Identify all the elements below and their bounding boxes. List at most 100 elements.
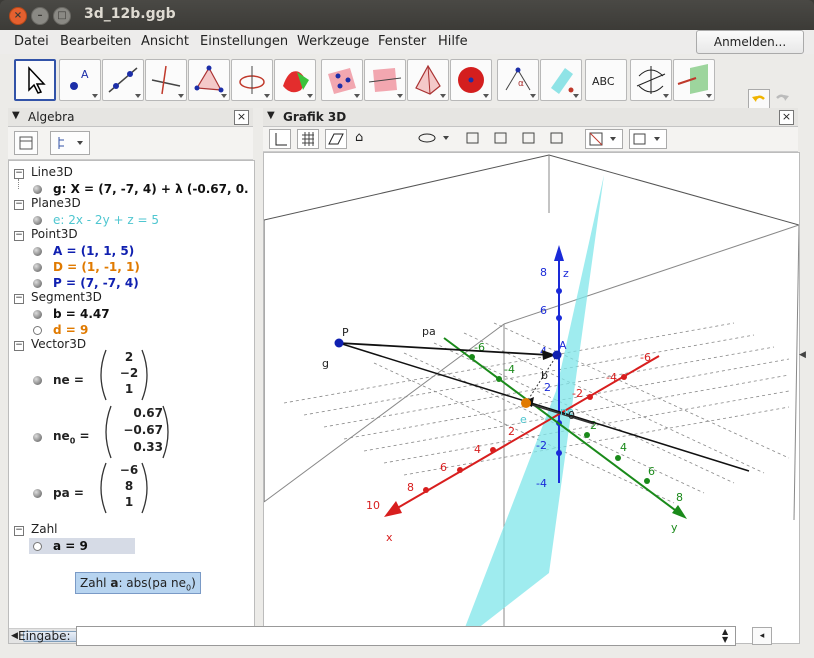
label-e: e bbox=[520, 413, 527, 426]
algebra-item-a[interactable]: a = 9 bbox=[53, 539, 88, 553]
visibility-toggle-pa[interactable] bbox=[33, 489, 42, 498]
vector-ne0-label[interactable]: ne0 = bbox=[53, 429, 90, 445]
graphics3d-style-bar: ⌂ bbox=[263, 127, 798, 152]
redo-button[interactable] bbox=[772, 89, 792, 109]
graphics3d-view[interactable]: 8 6 4 2 -2 -4 z -6 -4 -2 2 4 6 8 10 x bbox=[263, 152, 800, 644]
visibility-toggle-b[interactable] bbox=[33, 310, 42, 319]
login-button[interactable]: Anmelden... bbox=[696, 30, 804, 54]
point-D bbox=[521, 398, 531, 408]
collapse-point3d[interactable]: − bbox=[14, 231, 24, 241]
tool-line[interactable] bbox=[102, 59, 144, 101]
algebra-item-P[interactable]: P = (7, -7, 4) bbox=[53, 276, 139, 290]
algebra-item-b[interactable]: b = 4.47 bbox=[53, 307, 110, 321]
menu-einstellungen[interactable]: Einstellungen bbox=[200, 34, 288, 49]
visibility-toggle-ne0[interactable] bbox=[33, 433, 42, 442]
graphics3d-close-button[interactable]: × bbox=[779, 110, 794, 125]
tree-sort-icon bbox=[58, 137, 83, 149]
visibility-toggle-d[interactable] bbox=[33, 326, 42, 335]
point-P bbox=[334, 338, 344, 348]
vector-ne0-values: 0.67 −0.67 0.33 bbox=[123, 406, 163, 454]
input-history-arrows-icon[interactable]: ▲ ▼ bbox=[722, 628, 728, 644]
projection-dropdown[interactable] bbox=[629, 129, 667, 149]
expand-panel-icon[interactable]: ◀ bbox=[799, 350, 806, 360]
algebra-item-g[interactable]: g: X = (7, -7, 4) + λ (-0.67, 0.67, 0.33… bbox=[53, 182, 249, 196]
clipping-dropdown[interactable] bbox=[585, 129, 623, 149]
algebra-item-A[interactable]: A = (1, 1, 5) bbox=[53, 244, 134, 258]
menu-ansicht[interactable]: Ansicht bbox=[141, 34, 189, 49]
show-plane-button[interactable] bbox=[325, 129, 347, 149]
rotate-view-dropdown[interactable] bbox=[415, 129, 455, 147]
collapse-segment3d[interactable]: − bbox=[14, 294, 24, 304]
visibility-toggle-g[interactable] bbox=[33, 185, 42, 194]
visibility-toggle-ne[interactable] bbox=[33, 376, 42, 385]
algebra-item-e[interactable]: e: 2x - 2y + z = 5 bbox=[53, 213, 159, 227]
collapse-plane3d[interactable]: − bbox=[14, 200, 24, 210]
tool-text[interactable]: ABC bbox=[585, 59, 627, 101]
input-field[interactable] bbox=[76, 626, 736, 646]
algebra-item-D[interactable]: D = (1, -1, 1) bbox=[53, 260, 140, 274]
menu-hilfe[interactable]: Hilfe bbox=[438, 34, 468, 49]
tool-polygon[interactable] bbox=[188, 59, 230, 101]
view-yz-icon bbox=[522, 132, 535, 144]
menu-fenster[interactable]: Fenster bbox=[378, 34, 426, 49]
vector-pa-label[interactable]: pa = bbox=[53, 486, 84, 500]
sort-by-button[interactable] bbox=[50, 131, 90, 155]
window-titlebar: × – □ 3d_12b.ggb bbox=[0, 0, 814, 30]
menu-datei[interactable]: Datei bbox=[14, 34, 49, 49]
tool-intersect-surfaces[interactable] bbox=[274, 59, 316, 101]
tool-perpendicular-plane[interactable] bbox=[364, 59, 406, 101]
z-tick-2: 2 bbox=[544, 381, 551, 394]
grid-icon bbox=[302, 132, 314, 146]
visibility-toggle-P[interactable] bbox=[33, 279, 42, 288]
tool-sphere[interactable] bbox=[450, 59, 492, 101]
input-help-button[interactable]: ◂ bbox=[752, 627, 772, 645]
window-close-button[interactable]: × bbox=[9, 7, 27, 25]
tool-move[interactable] bbox=[14, 59, 56, 101]
algebra-close-button[interactable]: × bbox=[234, 110, 249, 125]
menubar: Datei Bearbeiten Ansicht Einstellungen W… bbox=[0, 30, 814, 54]
tool-angle[interactable]: α bbox=[497, 59, 539, 101]
show-axes-button[interactable] bbox=[269, 129, 291, 149]
collapse-zahl[interactable]: − bbox=[14, 526, 24, 536]
category-zahl: Zahl bbox=[31, 522, 58, 536]
view-yz-button[interactable] bbox=[519, 129, 539, 147]
definition-tooltip: Zahl a: abs(pa ne0) bbox=[75, 572, 201, 594]
y-axis-label: y bbox=[671, 521, 678, 534]
window-maximize-button[interactable]: □ bbox=[53, 7, 71, 25]
view-xz-button[interactable] bbox=[491, 129, 511, 147]
menu-bearbeiten[interactable]: Bearbeiten bbox=[60, 34, 131, 49]
tool-pyramid[interactable] bbox=[407, 59, 449, 101]
menu-werkzeuge[interactable]: Werkzeuge bbox=[297, 34, 369, 49]
toggle-auxiliary-button[interactable] bbox=[14, 131, 38, 155]
visibility-toggle-D[interactable] bbox=[33, 263, 42, 272]
visibility-toggle-e[interactable] bbox=[33, 216, 42, 225]
x-tick-4: 4 bbox=[474, 443, 481, 456]
x-tick-neg4: -4 bbox=[606, 371, 617, 384]
collapse-line3d[interactable]: − bbox=[14, 169, 24, 179]
home-icon[interactable]: ⌂ bbox=[355, 130, 363, 145]
tool-plane-3points[interactable] bbox=[321, 59, 363, 101]
view-xy-button[interactable] bbox=[463, 129, 483, 147]
collapse-triangle-icon[interactable]: ▼ bbox=[12, 110, 20, 121]
collapse-vector3d[interactable]: − bbox=[14, 341, 24, 351]
window-minimize-button[interactable]: – bbox=[31, 7, 49, 25]
visibility-toggle-A[interactable] bbox=[33, 247, 42, 256]
collapse-triangle-icon[interactable]: ▼ bbox=[267, 110, 275, 121]
tool-view-in-front[interactable] bbox=[673, 59, 715, 101]
algebra-item-d[interactable]: d = 9 bbox=[53, 323, 88, 337]
tool-perpendicular[interactable] bbox=[145, 59, 187, 101]
vector-ne-label[interactable]: ne = bbox=[53, 373, 84, 387]
input-label: Eingabe: bbox=[18, 629, 71, 643]
view-xz-icon bbox=[494, 132, 507, 144]
tool-circle-axis[interactable] bbox=[231, 59, 273, 101]
clipping-icon bbox=[589, 132, 616, 146]
auxiliary-objects-icon bbox=[19, 136, 33, 150]
visibility-toggle-a[interactable] bbox=[33, 542, 42, 551]
tool-point[interactable]: A bbox=[59, 59, 101, 101]
tool-reflect-plane[interactable] bbox=[540, 59, 582, 101]
show-grid-button[interactable] bbox=[297, 129, 319, 149]
tool-rotate-view[interactable] bbox=[630, 59, 672, 101]
view-cube-button[interactable] bbox=[547, 129, 567, 147]
3d-scene[interactable]: 8 6 4 2 -2 -4 z -6 -4 -2 2 4 6 8 10 x bbox=[264, 153, 799, 643]
x-tick-8: 8 bbox=[407, 481, 414, 494]
